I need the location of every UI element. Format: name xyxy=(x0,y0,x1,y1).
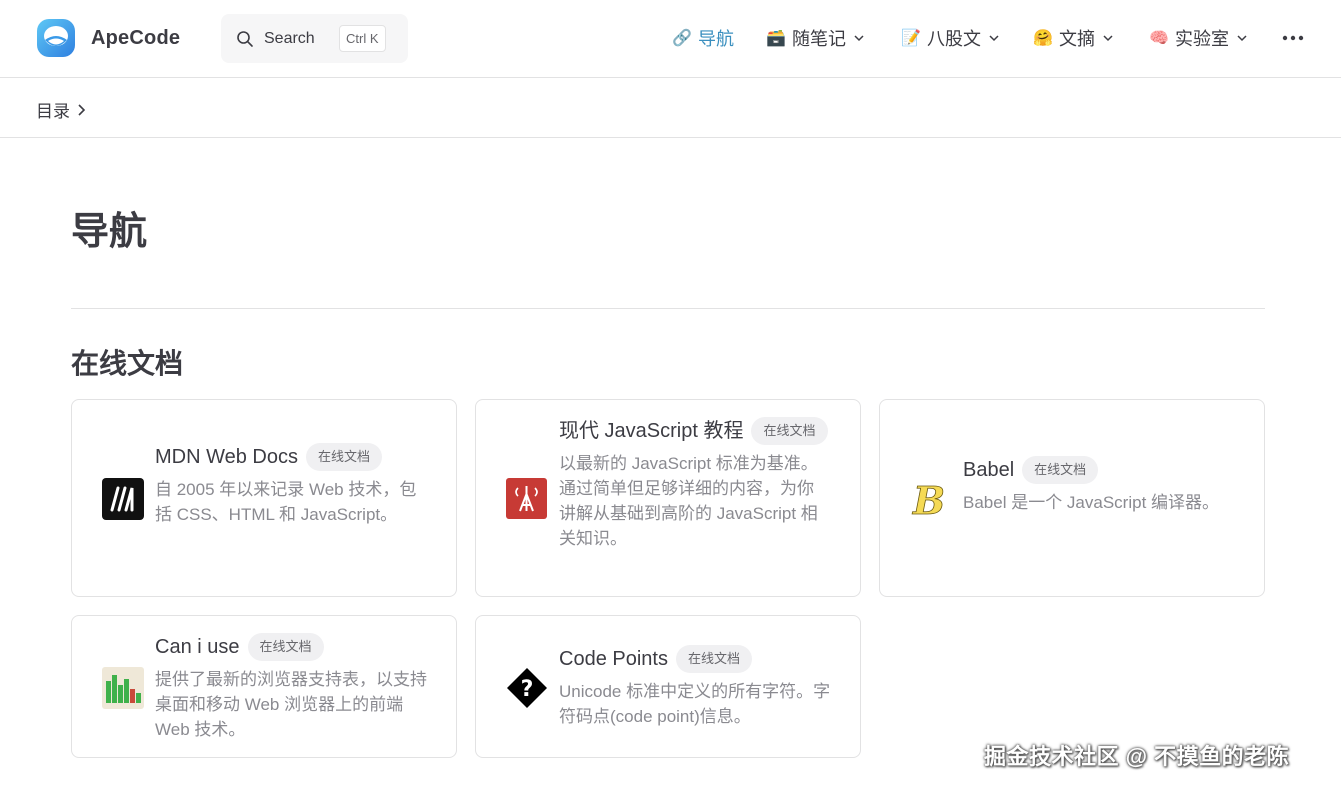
link-icon: 🔗 xyxy=(672,30,692,47)
nav-item-navigation[interactable]: 🔗 导航 xyxy=(672,25,734,51)
section-title: 在线文档 xyxy=(71,348,184,379)
card-title: Babel xyxy=(963,459,1015,481)
brain-icon: 🧠 xyxy=(1149,30,1169,47)
card-description: 以最新的 JavaScript 标准为基准。通过简单但足够详细的内容，为你讲解从… xyxy=(559,454,818,548)
nav-item-label: 文摘 xyxy=(1059,29,1095,49)
outline-bar: 目录 xyxy=(0,79,1341,138)
link-card[interactable]: B Babel 在线文档 Babel 是一个 JavaScript 编译器。 xyxy=(879,399,1265,597)
divider xyxy=(71,308,1265,309)
card-title: Code Points xyxy=(559,648,668,670)
watermark: 掘金技术社区 @ 不摸鱼的老陈 xyxy=(984,744,1290,769)
nav-item-lab[interactable]: 🧠 实验室 xyxy=(1149,25,1248,51)
link-card[interactable]: MDN Web Docs 在线文档 自 2005 年以来记录 Web 技术，包括… xyxy=(71,399,457,597)
chevron-down-icon xyxy=(854,35,864,42)
apecode-logo-icon[interactable] xyxy=(36,18,76,58)
chevron-down-icon xyxy=(989,35,999,42)
search-shortcut-badge: Ctrl K xyxy=(339,25,386,52)
caniuse-logo-icon xyxy=(102,667,144,709)
category-badge: 在线文档 xyxy=(247,633,324,661)
babel-logo-icon: B xyxy=(912,478,946,520)
category-badge: 在线文档 xyxy=(675,645,752,673)
more-menu-icon[interactable] xyxy=(1280,27,1306,49)
link-card[interactable]: 现代 JavaScript 教程 在线文档 以最新的 JavaScript 标准… xyxy=(475,399,861,597)
svg-text:?: ? xyxy=(521,677,534,702)
card-description: 自 2005 年以来记录 Web 技术，包括 CSS、HTML 和 JavaSc… xyxy=(155,480,417,524)
svg-text:B: B xyxy=(912,478,945,520)
nav-item-interview[interactable]: 📝 八股文 xyxy=(901,25,1000,51)
card-description: 提供了最新的浏览器支持表，以支持桌面和移动 Web 浏览器上的前端 Web 技术… xyxy=(155,670,427,739)
search-button[interactable]: Search Ctrl K xyxy=(221,14,408,63)
card-title: Can i use xyxy=(155,636,240,658)
nav-item-label: 实验室 xyxy=(1175,29,1229,49)
javascript-info-logo-icon xyxy=(506,478,547,519)
nav-item-digest[interactable]: 🤗 文摘 xyxy=(1033,25,1114,51)
outline-label: 目录 xyxy=(36,102,70,121)
nav-item-label: 八股文 xyxy=(927,29,981,49)
card-title: 现代 JavaScript 教程 xyxy=(559,420,744,442)
question-diamond-icon: ? xyxy=(507,668,547,708)
card-title: MDN Web Docs xyxy=(155,446,298,468)
mdn-logo-icon xyxy=(102,478,144,520)
category-badge: 在线文档 xyxy=(751,417,828,445)
top-navbar: ApeCode Search Ctrl K 🔗 导航 🗃️ 随笔记 📝 八股文 … xyxy=(0,0,1341,78)
nav-item-notes[interactable]: 🗃️ 随笔记 xyxy=(766,25,865,51)
search-label: Search xyxy=(264,30,315,47)
category-badge: 在线文档 xyxy=(306,443,383,471)
card-file-box-icon: 🗃️ xyxy=(766,30,786,47)
chevron-down-icon xyxy=(1237,35,1247,42)
page-title: 导航 xyxy=(71,211,148,253)
link-card[interactable]: ? Code Points 在线文档 Unicode 标准中定义的所有字符。字符… xyxy=(475,615,861,758)
memo-icon: 📝 xyxy=(901,30,921,47)
card-description: Babel 是一个 JavaScript 编译器。 xyxy=(963,493,1220,512)
nav-item-label: 随笔记 xyxy=(792,29,846,49)
outline-toggle[interactable]: 目录 xyxy=(36,97,88,122)
category-badge: 在线文档 xyxy=(1022,456,1099,484)
card-description: Unicode 标准中定义的所有字符。字符码点(code point)信息。 xyxy=(559,682,831,726)
nav-item-label: 导航 xyxy=(698,29,734,49)
hugging-face-icon: 🤗 xyxy=(1033,30,1053,47)
search-icon xyxy=(237,31,253,47)
brand-name[interactable]: ApeCode xyxy=(91,27,180,50)
chevron-right-icon xyxy=(78,103,86,116)
chevron-down-icon xyxy=(1103,35,1113,42)
link-card[interactable]: Can i use 在线文档 提供了最新的浏览器支持表，以支持桌面和移动 Web… xyxy=(71,615,457,758)
